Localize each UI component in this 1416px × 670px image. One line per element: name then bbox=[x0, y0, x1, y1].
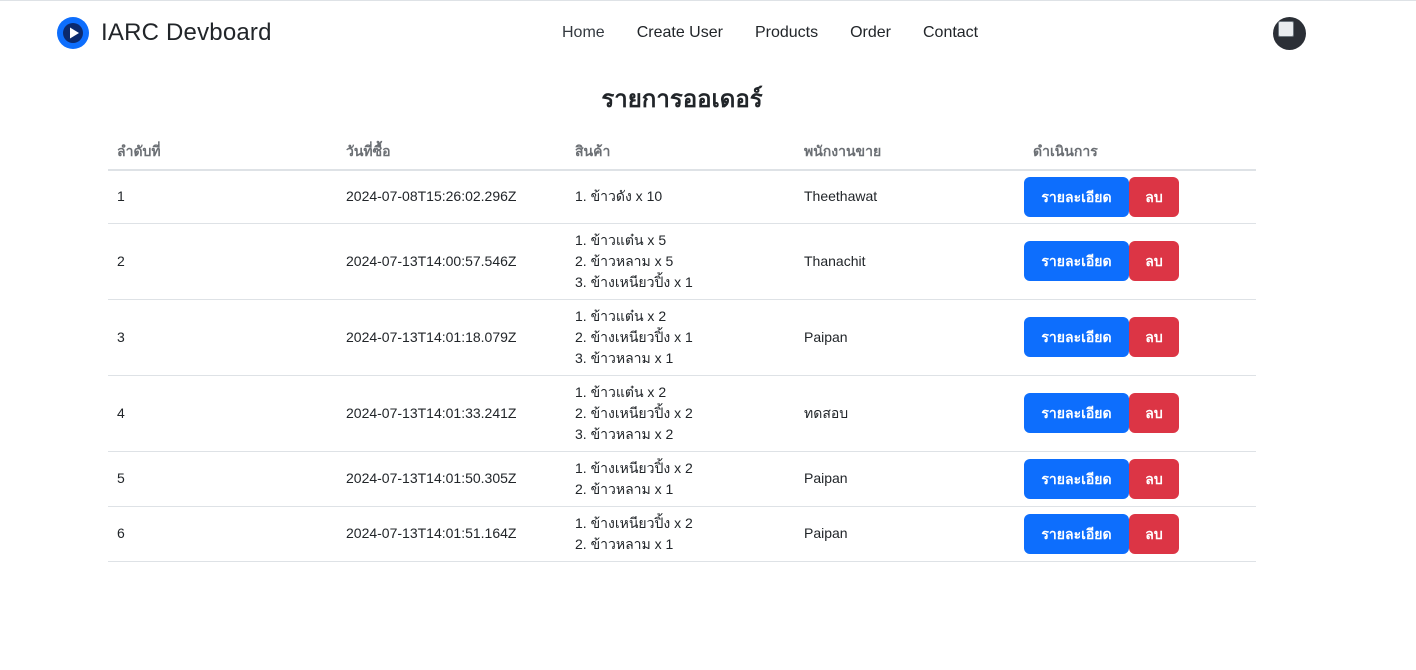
cell-order-no: 5 bbox=[108, 451, 337, 507]
product-line: 1. ข้าวแต๋น x 2 bbox=[575, 307, 667, 324]
nav-create-user[interactable]: Create User bbox=[621, 21, 739, 45]
table-row: 3 2024-07-13T14:01:18.079Z 1. ข้าวแต๋น x 2… bbox=[108, 299, 1256, 376]
orders-table-wrapper: ลำดับที่ วันที่ซื้อ สินค้า พนักงานขาย ดำ… bbox=[108, 135, 1256, 562]
product-line: 3. ข้าวหลาม x 1 bbox=[575, 349, 674, 366]
cell-actions: รายละเอียด ลบ bbox=[1024, 299, 1256, 376]
table-row: 1 2024-07-08T15:26:02.296Z 1. ข้าวดัง x 10… bbox=[108, 170, 1256, 224]
delete-button[interactable]: ลบ bbox=[1129, 241, 1179, 281]
product-line: 1. ข้างเหนียวปิ้ง x 2 bbox=[575, 459, 693, 476]
table-body: 1 2024-07-08T15:26:02.296Z 1. ข้าวดัง x 10… bbox=[108, 170, 1256, 562]
nav-contact[interactable]: Contact bbox=[907, 21, 994, 45]
delete-button[interactable]: ลบ bbox=[1129, 176, 1179, 217]
cell-purchase-date: 2024-07-13T14:01:33.241Z bbox=[337, 375, 566, 452]
delete-button[interactable]: ลบ bbox=[1129, 513, 1179, 554]
play-circle-icon bbox=[57, 17, 89, 49]
header-no: ลำดับที่ bbox=[108, 135, 337, 171]
cell-purchase-date: 2024-07-13T14:01:50.305Z bbox=[337, 451, 566, 507]
cell-employee: Paipan bbox=[795, 451, 1024, 507]
detail-button[interactable]: รายละเอียด bbox=[1024, 458, 1129, 499]
cell-actions: รายละเอียด ลบ bbox=[1024, 451, 1256, 507]
product-line: 2. ข้าวหลาม x 1 bbox=[575, 480, 674, 497]
product-line: 3. ข้างเหนียวปิ้ง x 1 bbox=[575, 273, 693, 290]
product-line: 1. ข้างเหนียวปิ้ง x 2 bbox=[575, 514, 693, 531]
cell-purchase-date: 2024-07-13T14:01:51.164Z bbox=[337, 506, 566, 562]
product-line: 1. ข้าวแต๋น x 5 bbox=[575, 231, 667, 248]
cell-order-no: 4 bbox=[108, 375, 337, 452]
detail-button[interactable]: รายละเอียด bbox=[1024, 241, 1129, 281]
cell-products: 1. ข้าวแต๋น x 5 2. ข้าวหลาม x 5 3. ข้างเหน… bbox=[566, 223, 795, 300]
table-row: 4 2024-07-13T14:01:33.241Z 1. ข้าวแต๋น x 2… bbox=[108, 375, 1256, 452]
cell-actions: รายละเอียด ลบ bbox=[1024, 170, 1256, 224]
detail-button[interactable]: รายละเอียด bbox=[1024, 317, 1129, 357]
detail-button[interactable]: รายละเอียด bbox=[1024, 176, 1129, 217]
cell-order-no: 6 bbox=[108, 506, 337, 562]
cell-actions: รายละเอียด ลบ bbox=[1024, 375, 1256, 452]
delete-button[interactable]: ลบ bbox=[1129, 317, 1179, 357]
cell-employee: Paipan bbox=[795, 506, 1024, 562]
nav-order[interactable]: Order bbox=[834, 21, 907, 45]
cell-employee: ทดสอบ bbox=[795, 375, 1024, 452]
user-avatar[interactable] bbox=[1273, 17, 1306, 50]
cell-products: 1. ข้าวดัง x 10 bbox=[566, 170, 795, 224]
product-line: 1. ข้าวแต๋น x 2 bbox=[575, 383, 667, 400]
cell-products: 1. ข้าวแต๋น x 2 2. ข้างเหนียวปิ้ง x 1 3. ข… bbox=[566, 299, 795, 376]
detail-button[interactable]: รายละเอียด bbox=[1024, 513, 1129, 554]
nav-home[interactable]: Home bbox=[546, 21, 621, 45]
product-line: 3. ข้าวหลาม x 2 bbox=[575, 425, 674, 442]
cell-employee: Paipan bbox=[795, 299, 1024, 376]
header-employee: พนักงานขาย bbox=[795, 135, 1024, 171]
brand-name: IARC Devboard bbox=[101, 19, 272, 46]
cell-purchase-date: 2024-07-13T14:00:57.546Z bbox=[337, 223, 566, 300]
product-line: 2. ข้าวหลาม x 5 bbox=[575, 252, 674, 269]
header-actions: ดำเนินการ bbox=[1024, 135, 1256, 171]
header-date: วันที่ซื้อ bbox=[337, 135, 566, 171]
table-row: 2 2024-07-13T14:00:57.546Z 1. ข้าวแต๋น x 5… bbox=[108, 223, 1256, 300]
orders-table: ลำดับที่ วันที่ซื้อ สินค้า พนักงานขาย ดำ… bbox=[108, 135, 1256, 562]
main-nav: Home Create User Products Order Contact bbox=[546, 21, 994, 45]
table-header-row: ลำดับที่ วันที่ซื้อ สินค้า พนักงานขาย ดำ… bbox=[108, 135, 1256, 171]
cell-products: 1. ข้าวแต๋น x 2 2. ข้างเหนียวปิ้ง x 2 3. ข… bbox=[566, 375, 795, 452]
cell-actions: รายละเอียด ลบ bbox=[1024, 506, 1256, 562]
product-line: 2. ข้างเหนียวปิ้ง x 1 bbox=[575, 328, 693, 345]
page-title: รายการออเดอร์ bbox=[601, 86, 763, 113]
cell-order-no: 2 bbox=[108, 223, 337, 300]
cell-products: 1. ข้างเหนียวปิ้ง x 2 2. ข้าวหลาม x 1 bbox=[566, 451, 795, 507]
delete-button[interactable]: ลบ bbox=[1129, 393, 1179, 433]
brand-link[interactable]: IARC Devboard bbox=[57, 17, 272, 49]
product-line: 2. ข้าวหลาม x 1 bbox=[575, 535, 674, 552]
broken-image-icon bbox=[1278, 21, 1294, 37]
cell-order-no: 1 bbox=[108, 170, 337, 224]
header-products: สินค้า bbox=[566, 135, 795, 171]
cell-purchase-date: 2024-07-08T15:26:02.296Z bbox=[337, 170, 566, 224]
navbar: IARC Devboard Home Create User Products … bbox=[0, 1, 1416, 65]
cell-actions: รายละเอียด ลบ bbox=[1024, 223, 1256, 300]
cell-employee: Theethawat bbox=[795, 170, 1024, 224]
cell-employee: Thanachit bbox=[795, 223, 1024, 300]
cell-purchase-date: 2024-07-13T14:01:18.079Z bbox=[337, 299, 566, 376]
table-row: 6 2024-07-13T14:01:51.164Z 1. ข้างเหนียวปิ… bbox=[108, 506, 1256, 562]
product-line: 2. ข้างเหนียวปิ้ง x 2 bbox=[575, 404, 693, 421]
detail-button[interactable]: รายละเอียด bbox=[1024, 393, 1129, 433]
delete-button[interactable]: ลบ bbox=[1129, 458, 1179, 499]
table-row: 5 2024-07-13T14:01:50.305Z 1. ข้างเหนียวปิ… bbox=[108, 451, 1256, 507]
cell-products: 1. ข้างเหนียวปิ้ง x 2 2. ข้าวหลาม x 1 bbox=[566, 506, 795, 562]
product-line: 1. ข้าวดัง x 10 bbox=[575, 188, 663, 205]
cell-order-no: 3 bbox=[108, 299, 337, 376]
nav-products[interactable]: Products bbox=[739, 21, 834, 45]
